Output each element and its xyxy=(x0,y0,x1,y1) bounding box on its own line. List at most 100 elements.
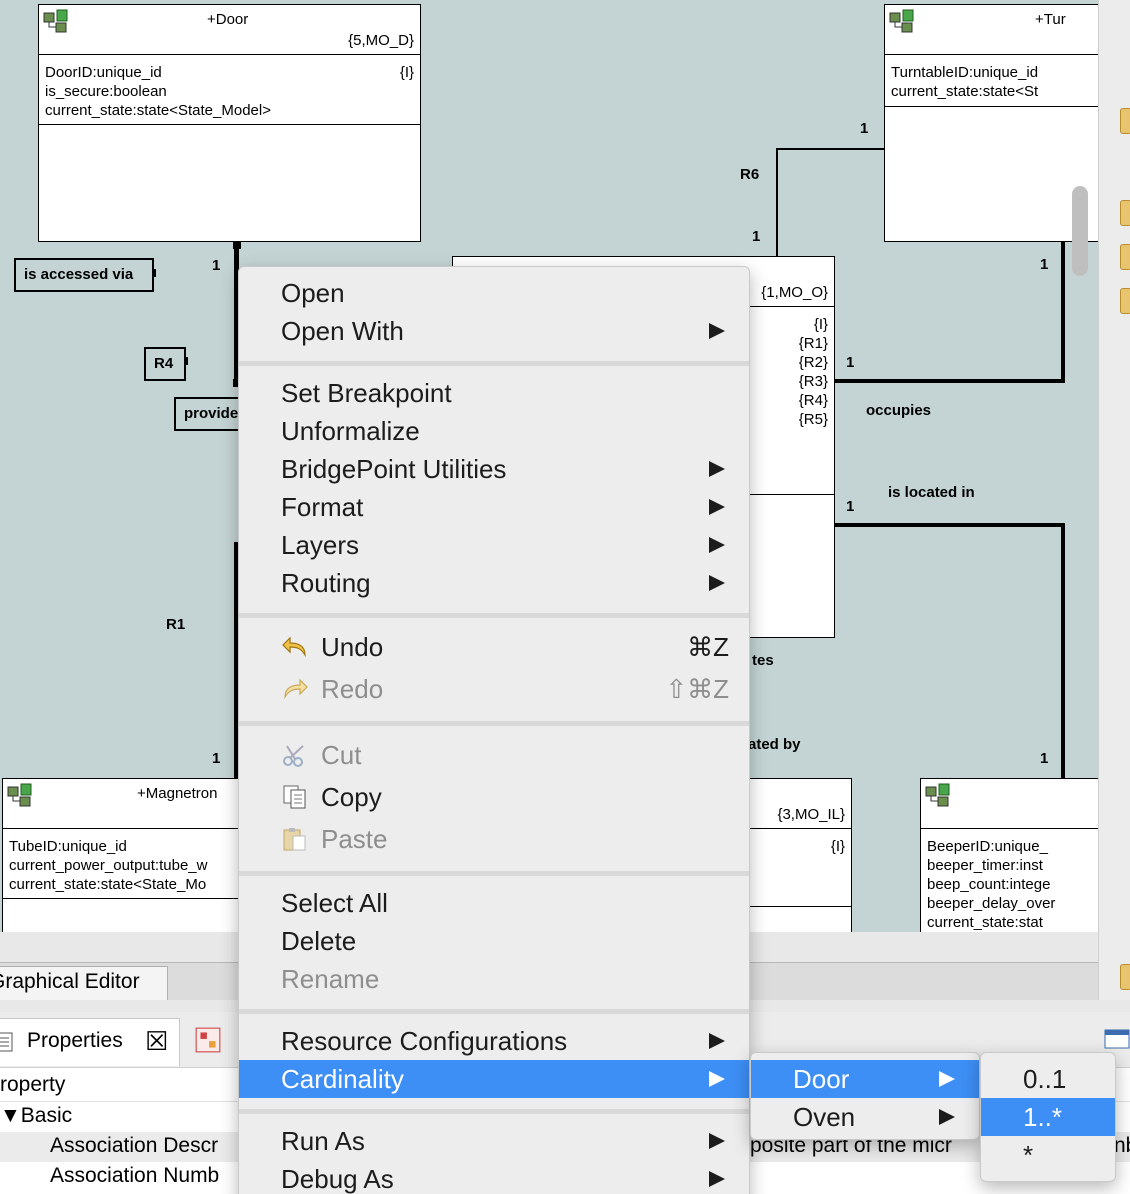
folder-icon[interactable] xyxy=(1120,108,1130,134)
copy-icon xyxy=(283,785,306,809)
menu-separator xyxy=(239,613,749,618)
referential-tag: {R5} xyxy=(798,411,828,428)
class-key-letters: {1,MO_O} xyxy=(761,284,828,301)
problems-icon[interactable] xyxy=(194,1026,222,1054)
association-number-r6: R6 xyxy=(740,166,760,183)
phrase-label-partial: tes xyxy=(752,652,774,669)
phrase-label-partial: ated by xyxy=(748,736,801,753)
multiplicity-submenu: 0..1 1..* * xyxy=(980,1052,1116,1182)
submenu-arrow-icon xyxy=(709,1033,725,1049)
association-occupies-line[interactable] xyxy=(1061,242,1065,383)
class-icon xyxy=(43,9,68,33)
selection-handle[interactable] xyxy=(233,241,241,249)
attribute: current_state:stat xyxy=(927,914,1043,931)
class-name: +Door xyxy=(207,11,249,28)
redo-icon xyxy=(284,678,308,700)
class-icon xyxy=(7,783,32,807)
menu-separator xyxy=(239,1009,749,1014)
association-number-r1: R1 xyxy=(166,616,186,633)
menu-separator xyxy=(239,871,749,876)
association-located-line[interactable] xyxy=(1061,523,1065,778)
multiplicity-zero-one[interactable]: 0..1 xyxy=(981,1060,1115,1098)
submenu-arrow-icon xyxy=(709,1171,725,1187)
submenu-arrow-icon xyxy=(709,323,725,339)
menu-item-undo[interactable]: Undo ⌘Z xyxy=(239,628,749,666)
submenu-item-oven[interactable]: Oven xyxy=(751,1098,979,1136)
association-number-r4[interactable]: R4 xyxy=(144,347,186,381)
menu-item-debug-as[interactable]: Debug As xyxy=(239,1160,749,1194)
folder-icon[interactable] xyxy=(1120,244,1130,270)
referential-tag: {R1} xyxy=(798,335,828,352)
menu-separator xyxy=(239,1109,749,1114)
menu-separator xyxy=(239,721,749,726)
menu-item-set-breakpoint[interactable]: Set Breakpoint xyxy=(239,374,749,412)
attribute: beep_count:intege xyxy=(927,876,1051,893)
class-door[interactable]: +Door {5,MO_D} DoorID:unique_id is_secur… xyxy=(38,4,421,242)
class-name: +Magnetron xyxy=(137,785,218,802)
multiplicity-one-many[interactable]: 1..* xyxy=(981,1098,1115,1136)
class-magnetron[interactable]: +Magnetron TubeID:unique_id current_powe… xyxy=(2,778,252,932)
submenu-arrow-icon xyxy=(939,1071,955,1087)
menu-item-resource-configurations[interactable]: Resource Configurations xyxy=(239,1022,749,1060)
multiplicity-label: 1 xyxy=(1040,750,1049,767)
identifier-tag: {I} xyxy=(830,838,845,855)
folder-icon[interactable] xyxy=(1120,200,1130,226)
menu-item-run-as[interactable]: Run As xyxy=(239,1122,749,1160)
class-key-letters: {5,MO_D} xyxy=(348,32,414,49)
properties-icon xyxy=(0,1032,13,1052)
shortcut-label: ⌘Z xyxy=(687,632,729,662)
class-beeper[interactable]: BeeperID:unique_ beeper_timer:inst beep_… xyxy=(920,778,1098,932)
menu-item-unformalize[interactable]: Unformalize xyxy=(239,412,749,450)
multiplicity-label: 1 xyxy=(212,257,221,274)
menu-item-bridgepoint-utilities[interactable]: BridgePoint Utilities xyxy=(239,450,749,488)
class-name: +Tur xyxy=(1035,11,1066,28)
menu-item-paste: Paste xyxy=(239,820,749,858)
menu-item-cut: Cut xyxy=(239,736,749,774)
menu-item-routing[interactable]: Routing xyxy=(239,564,749,602)
undo-icon xyxy=(282,636,306,658)
referential-tag: {R4} xyxy=(798,392,828,409)
shortcut-label: ⇧⌘Z xyxy=(665,674,729,704)
multiplicity-many[interactable]: * xyxy=(981,1136,1115,1174)
attribute: current_state:state<State_Model> xyxy=(45,102,271,119)
view-menu-icon[interactable] xyxy=(1104,1028,1130,1050)
attribute: is_secure:boolean xyxy=(45,83,167,100)
vertical-scrollbar[interactable] xyxy=(1072,186,1088,276)
folder-icon[interactable] xyxy=(1120,288,1130,314)
menu-item-redo: Redo ⇧⌘Z xyxy=(239,670,749,708)
attribute: TurntableID:unique_id xyxy=(891,64,1039,81)
submenu-arrow-icon xyxy=(709,1071,725,1087)
close-icon[interactable]: ☒ xyxy=(145,1019,168,1063)
menu-item-delete[interactable]: Delete xyxy=(239,922,749,960)
menu-item-select-all[interactable]: Select All xyxy=(239,884,749,922)
attribute: BeeperID:unique_ xyxy=(927,838,1048,855)
menu-item-open[interactable]: Open xyxy=(239,274,749,312)
phrase-label-occupies: occupies xyxy=(866,402,932,419)
phrase-label-is-accessed-via[interactable]: is accessed via xyxy=(14,258,154,292)
attribute: TubeID:unique_id xyxy=(9,838,127,855)
property-label: Association Numb xyxy=(50,1164,220,1187)
expand-triangle-icon[interactable]: ▼ xyxy=(0,1104,21,1127)
association-r6-line[interactable] xyxy=(776,148,778,256)
tab-graphical-editor[interactable]: Graphical Editor xyxy=(0,966,168,1000)
menu-item-copy[interactable]: Copy xyxy=(239,778,749,816)
association-located-line[interactable] xyxy=(835,523,1065,527)
menu-item-format[interactable]: Format xyxy=(239,488,749,526)
property-overflow: nb xyxy=(1114,1134,1130,1157)
attribute: current_state:state<State_Mo xyxy=(9,876,207,893)
association-occupies-line[interactable] xyxy=(835,379,1065,383)
folder-icon[interactable] xyxy=(1120,964,1130,990)
identifier-tag: {I} xyxy=(813,316,828,333)
tab-properties[interactable]: Properties ☒ xyxy=(0,1018,180,1066)
multiplicity-label: 1 xyxy=(1040,256,1049,273)
attribute: beeper_delay_over xyxy=(927,895,1056,912)
menu-item-cardinality[interactable]: Cardinality xyxy=(239,1060,749,1098)
menu-item-open-with[interactable]: Open With xyxy=(239,312,749,350)
association-r6-line[interactable] xyxy=(776,148,884,150)
paste-icon xyxy=(283,828,306,851)
submenu-arrow-icon xyxy=(939,1109,955,1125)
class-turntable[interactable]: +Tur TurntableID:unique_id current_state… xyxy=(884,4,1098,242)
submenu-arrow-icon xyxy=(709,537,725,553)
menu-item-layers[interactable]: Layers xyxy=(239,526,749,564)
submenu-item-door[interactable]: Door xyxy=(751,1060,979,1098)
